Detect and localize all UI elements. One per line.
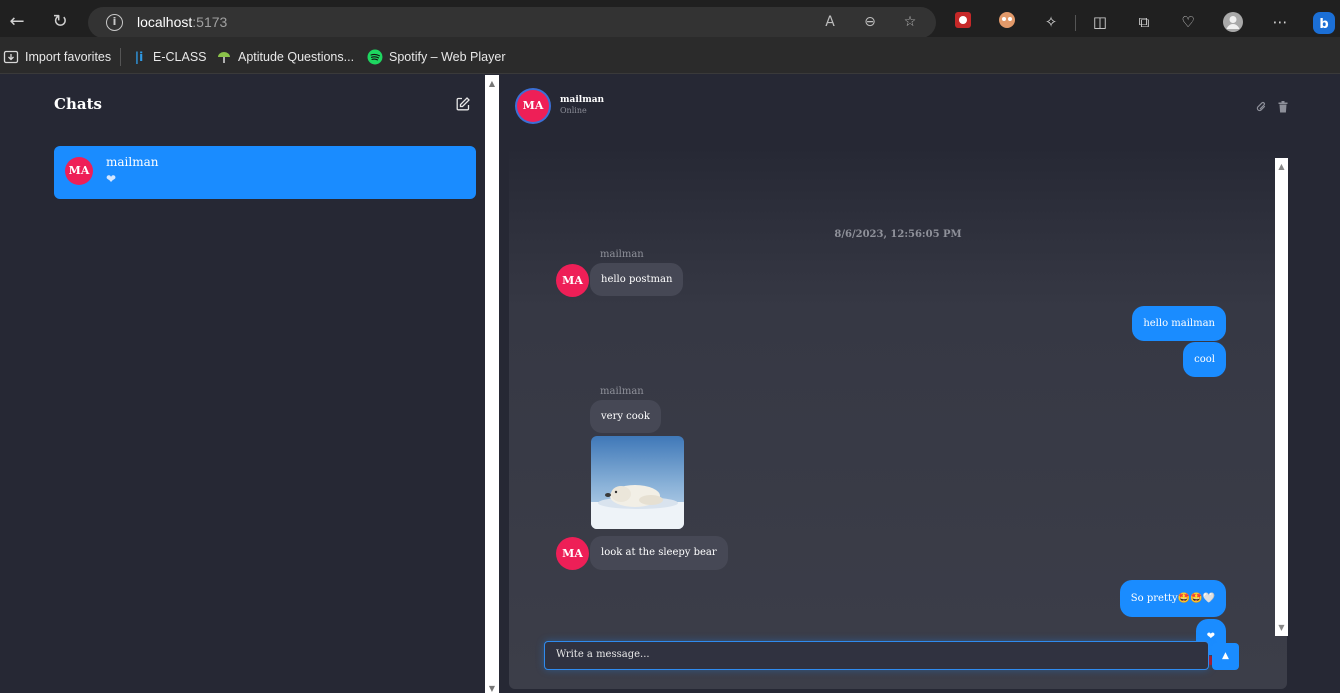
bookmark-spotify[interactable]: Spotify – Web Player [367,47,506,67]
url-text[interactable]: localhost:5173 [137,13,227,32]
refresh-icon[interactable]: ↻ [47,9,73,35]
delete-trash-icon[interactable] [1277,101,1289,113]
bookmark-divider [120,48,121,66]
message-bubble-outgoing: hello mailman [1132,306,1226,341]
back-icon[interactable]: ← [4,9,30,35]
message-sender: mailman [600,249,644,260]
site-info-icon[interactable]: i [106,14,123,31]
attachment-icon[interactable] [1255,101,1267,113]
bookmark-import-favorites[interactable]: Import favorites [3,47,111,67]
chat-last-message: ❤ [106,172,117,186]
split-screen-icon[interactable]: ◫ [1089,11,1111,33]
collections-icon[interactable]: ⧉ [1133,11,1155,33]
left-pane-scrollbar[interactable]: ▲ ▼ [485,75,499,693]
message-scrollbar[interactable]: ▲ ▼ [1275,158,1288,636]
message-bubble-incoming: very cook [590,400,661,433]
bookmark-label: E-CLASS [153,50,207,64]
address-bar[interactable]: i localhost:5173 A ⊖ ☆ [88,7,936,38]
chat-name: mailman [106,155,159,169]
bookmark-aptitude[interactable]: Aptitude Questions... [216,47,354,67]
chats-title: Chats [54,95,102,113]
bookmark-eclass[interactable]: |i E-CLASS [131,47,207,67]
polar-bear-photo[interactable] [591,436,684,529]
zoom-icon[interactable]: ⊖ [860,12,880,32]
message-input[interactable]: Write a message... [544,641,1209,670]
contact-status: Online [560,106,587,115]
chat-list-panel: Chats MA mailman ❤ [0,75,485,693]
avatar: MA [65,157,93,185]
message-avatar: MA [556,264,589,297]
more-menu-icon[interactable]: ⋯ [1269,11,1291,33]
bing-copilot-icon[interactable]: b [1312,11,1335,34]
new-chat-edit-icon[interactable] [456,96,472,112]
extensions-puzzle-icon[interactable]: ✧ [1040,11,1062,33]
favorite-star-icon[interactable]: ☆ [900,12,920,32]
message-bubble-outgoing: cool [1183,342,1226,377]
eclass-icon: |i [134,50,144,64]
conversation-timestamp: 8/6/2023, 12:56:05 PM [834,229,962,240]
send-button[interactable]: ▲ [1212,643,1239,670]
bookmark-label: Import favorites [25,50,112,64]
chat-list-item-mailman[interactable]: MA mailman ❤ [54,146,476,199]
bookmark-label: Spotify – Web Player [389,50,506,64]
message-bubble-incoming: hello postman [590,263,684,296]
aptitude-icon [216,49,232,65]
import-favorites-icon [3,49,19,65]
read-aloud-icon[interactable]: A [820,12,840,32]
scroll-down-icon[interactable]: ▼ [1277,623,1286,632]
message-avatar: MA [556,537,589,570]
scroll-up-icon[interactable]: ▲ [488,80,496,88]
bookmark-label: Aptitude Questions... [238,50,355,64]
spotify-icon [367,49,383,65]
scroll-down-icon[interactable]: ▼ [488,685,496,693]
toolbar-divider [1075,15,1076,31]
conversation-panel: MA mailman Online 8/6/2023, 12:56:05 PM … [499,75,1340,693]
profile-icon[interactable] [1222,11,1244,33]
message-bubble-incoming: look at the sleepy bear [590,536,728,570]
extension-avatar-icon[interactable] [996,11,1018,33]
message-bubble-outgoing: So pretty🤩🤩🤍 [1119,580,1226,617]
extension-red-icon[interactable] [952,11,974,33]
browser-essentials-icon[interactable]: ♡ [1177,11,1199,33]
scroll-up-icon[interactable]: ▲ [1277,162,1286,171]
message-area[interactable]: 8/6/2023, 12:56:05 PM mailman MA hello p… [509,145,1287,689]
contact-name: mailman [560,95,605,105]
svg-text:b: b [1319,17,1328,32]
contact-avatar[interactable]: MA [517,90,549,122]
message-sender: mailman [600,386,644,397]
